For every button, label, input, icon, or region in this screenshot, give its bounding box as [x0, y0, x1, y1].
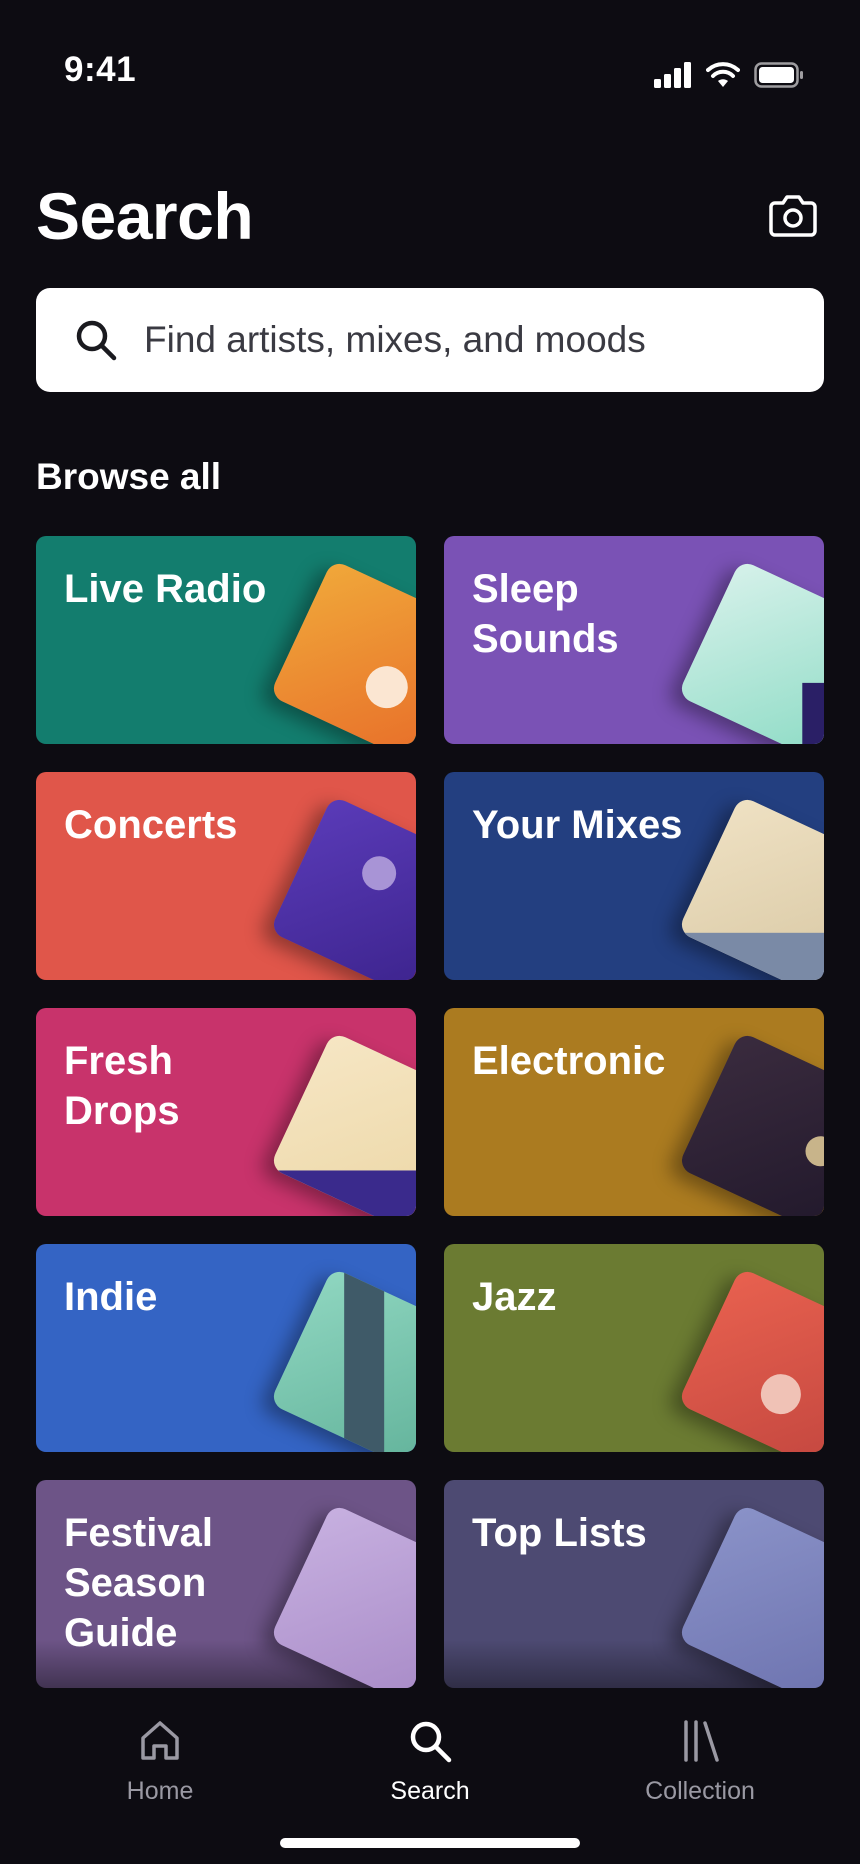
status-time: 9:41: [64, 50, 137, 89]
camera-button[interactable]: [766, 190, 820, 244]
tab-home[interactable]: Home: [60, 1718, 260, 1818]
tile-label: Festival Season Guide: [64, 1511, 213, 1655]
tile-label: Top Lists: [472, 1511, 647, 1555]
tile-jazz[interactable]: Jazz: [444, 1244, 824, 1452]
tab-label: Home: [126, 1777, 194, 1805]
tab-label: Collection: [645, 1777, 755, 1805]
status-icons: [654, 62, 804, 93]
wifi-icon: [706, 62, 740, 93]
home-indicator: [280, 1838, 580, 1848]
collection-icon: [677, 1718, 723, 1769]
tile-label: Jazz: [472, 1275, 557, 1319]
tab-label: Search: [390, 1777, 470, 1805]
search-input[interactable]: [144, 310, 784, 370]
camera-icon: [769, 193, 817, 242]
tile-label: Your Mixes: [472, 803, 683, 847]
search-bar[interactable]: [36, 288, 824, 392]
tile-fresh-drops[interactable]: Fresh Drops: [36, 1008, 416, 1216]
tile-label: Electronic: [472, 1039, 666, 1083]
tab-collection[interactable]: Collection: [600, 1718, 800, 1818]
tile-label: Live Radio: [64, 567, 267, 611]
tile-top-lists[interactable]: Top Lists: [444, 1480, 824, 1688]
tile-live-radio[interactable]: Live Radio: [36, 536, 416, 744]
page-title: Search: [36, 179, 254, 253]
tile-label: Fresh Drops: [64, 1039, 180, 1133]
section-title-browse-all: Browse all: [36, 456, 222, 497]
tile-festival-season-guide[interactable]: Festival Season Guide: [36, 1480, 416, 1688]
tile-indie[interactable]: Indie: [36, 1244, 416, 1452]
status-bar: 9:41: [0, 0, 860, 150]
battery-icon: [754, 62, 804, 93]
tile-your-mixes[interactable]: Your Mixes: [444, 772, 824, 980]
browse-grid: Live Radio Sleep Sounds Concerts Your Mi…: [36, 536, 824, 1688]
tile-sleep-sounds[interactable]: Sleep Sounds: [444, 536, 824, 744]
tile-electronic[interactable]: Electronic: [444, 1008, 824, 1216]
tile-label: Concerts: [64, 803, 238, 847]
cellular-signal-icon: [654, 62, 692, 93]
search-icon: [68, 312, 124, 368]
search-icon: [407, 1718, 453, 1769]
tile-label: Sleep Sounds: [472, 567, 619, 661]
tab-search[interactable]: Search: [330, 1718, 530, 1818]
home-icon: [137, 1718, 183, 1769]
tile-concerts[interactable]: Concerts: [36, 772, 416, 980]
tile-label: Indie: [64, 1275, 158, 1319]
